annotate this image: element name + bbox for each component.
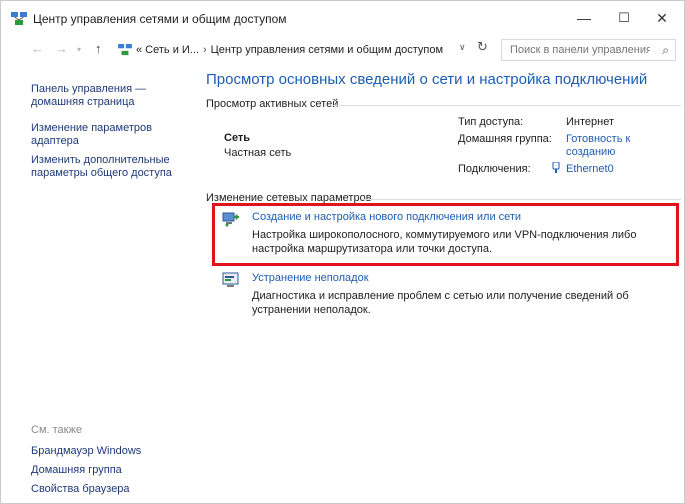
access-type-value: Интернет — [566, 116, 614, 128]
troubleshoot-icon — [222, 272, 239, 287]
page-title: Просмотр основных сведений о сети и наст… — [206, 71, 648, 88]
breadcrumb-root[interactable]: « Сеть и И... — [136, 44, 199, 56]
advanced-sharing-settings-link[interactable]: Изменить дополнительные параметры общего… — [31, 154, 181, 180]
search-icon[interactable]: ⌕ — [662, 43, 669, 58]
internet-options-link[interactable]: Свойства браузера — [31, 483, 191, 496]
network-name: Сеть — [224, 132, 251, 144]
access-type-label: Тип доступа: — [458, 116, 524, 128]
section-divider — [362, 199, 681, 200]
connections-label: Подключения: — [458, 163, 531, 175]
troubleshoot-description: Диагностика и исправление проблем с сеть… — [252, 290, 629, 316]
search-input[interactable] — [510, 44, 650, 56]
active-networks-label: Просмотр активных сетей — [206, 98, 339, 110]
search-box[interactable]: ⌕ — [501, 39, 676, 61]
network-center-window: Центр управления сетями и общим доступом… — [0, 0, 685, 504]
address-bar[interactable]: « Сеть и И... › Центр управления сетями … — [115, 39, 492, 61]
back-arrow-icon[interactable]: ← — [31, 41, 44, 56]
refresh-icon[interactable]: ↻ — [477, 39, 488, 55]
windows-firewall-link[interactable]: Брандмауэр Windows — [31, 445, 191, 458]
breadcrumb-separator-icon[interactable]: › — [203, 44, 207, 56]
address-dropdown-icon[interactable]: ∨ — [459, 42, 466, 53]
ethernet-connection-link[interactable]: Ethernet0 — [566, 163, 614, 176]
address-row: ← → ▾ ↑ « Сеть и И... › Центр управления… — [1, 37, 684, 63]
left-pane: Панель управления — домашняя страница Из… — [1, 65, 191, 504]
homegroup-label: Домашняя группа: — [458, 133, 552, 145]
breadcrumb-current[interactable]: Центр управления сетями и общим доступом — [211, 44, 443, 56]
troubleshoot-link[interactable]: Устранение неполадок — [252, 272, 369, 284]
highlight-frame — [212, 203, 679, 266]
maximize-button[interactable]: ☐ — [609, 7, 639, 29]
window-title: Центр управления сетями и общим доступом — [33, 12, 287, 26]
homegroup-status-link[interactable]: Готовность к созданию — [566, 133, 646, 159]
ethernet-icon — [552, 162, 560, 173]
close-button[interactable]: ✕ — [647, 7, 677, 29]
recent-chevron-icon[interactable]: ▾ — [77, 45, 81, 54]
homegroup-link[interactable]: Домашняя группа — [31, 464, 191, 477]
forward-arrow-icon[interactable]: → — [55, 41, 68, 56]
minimize-button[interactable]: — — [569, 7, 599, 29]
section-divider — [333, 105, 681, 106]
network-type[interactable]: Частная сеть — [224, 147, 291, 159]
network-center-icon — [11, 12, 27, 25]
see-also-label: См. также — [31, 424, 82, 436]
title-bar: Центр управления сетями и общим доступом… — [1, 1, 684, 35]
control-panel-home-link[interactable]: Панель управления — домашняя страница — [31, 83, 161, 109]
change-adapter-settings-link[interactable]: Изменение параметров адаптера — [31, 122, 161, 148]
network-center-small-icon — [118, 44, 132, 56]
up-arrow-icon[interactable]: ↑ — [95, 41, 102, 56]
